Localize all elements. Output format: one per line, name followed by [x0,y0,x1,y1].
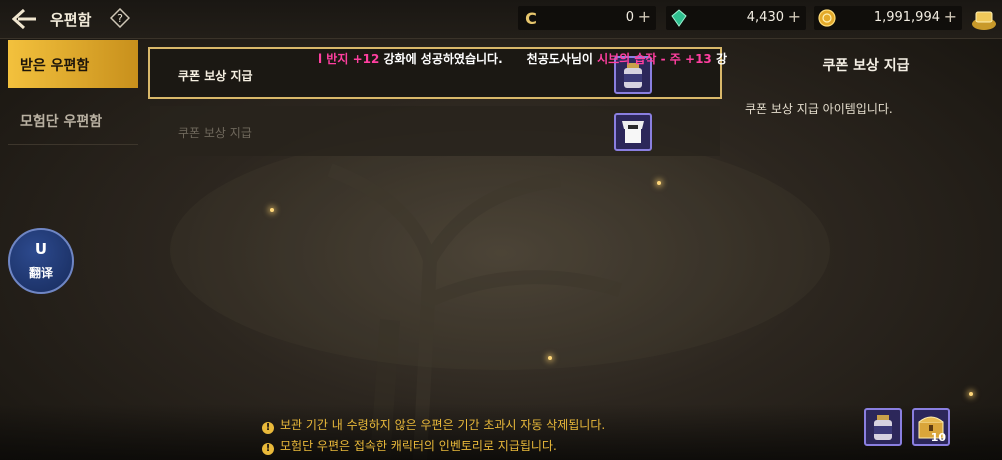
green-crystal-icon [671,9,687,27]
page-title: 우편함 [50,11,92,29]
add-currency-button[interactable]: + [944,8,957,26]
c-coin-icon: C [525,9,537,27]
firefly-spark [657,181,661,185]
guild-mail-notice: ! 모험단 우편은 접속한 캐릭터의 인벤토리로 지급됩니다. [262,437,557,455]
notice-text: 천공도사님이 [526,52,598,66]
system-notice-banner: l 반지 +12 강화에 성공하였습니다. 천공도사님이 시브의 습작 - 주 … [318,50,727,70]
translate-icon: U [34,240,48,258]
notice-text: l 반지 [318,52,353,66]
retention-notice: ! 보관 기간 내 수령하지 않은 우편은 기간 초과시 자동 삭제됩니다. [262,416,605,434]
top-bar: 우편함 ? C 0 + 4,430 + 1,991,994 + [0,0,1002,39]
svg-text:C: C [525,9,537,27]
detail-title: 쿠폰 보상 지급 [822,58,910,74]
firefly-spark [969,392,973,396]
translate-label: 翻译 [28,266,53,280]
tab-label: 모험단 우편함 [20,114,103,130]
mail-subject: 쿠폰 보상 지급 [178,126,252,140]
treasure-pile-icon[interactable] [970,6,998,32]
reward-item[interactable]: 10 [912,408,950,446]
currency-crystal: 4,430 + [666,6,806,30]
currency-value: 1,991,994 [873,10,940,25]
tab-received-mail[interactable]: 받은 우편함 [8,40,138,88]
currency-value: 0 [625,10,634,25]
notice-text: 시브의 습작 - 주 +13 [597,52,712,66]
add-currency-button[interactable]: + [638,8,651,26]
currency-value: 4,430 [746,10,784,25]
warning-icon: ! [262,422,274,434]
gold-coin-icon [818,9,836,27]
mail-subject: 쿠폰 보상 지급 [178,69,253,83]
notice-line: 보관 기간 내 수령하지 않은 우편은 기간 초과시 자동 삭제됩니다. [280,418,606,432]
reward-quantity: 10 [930,431,946,444]
back-arrow-icon[interactable] [12,8,38,30]
notice-text: 강 [711,52,727,66]
warning-icon: ! [262,443,274,455]
add-currency-button[interactable]: + [788,8,801,26]
translate-button[interactable]: U 翻译 [8,228,74,294]
firefly-spark [270,208,274,212]
notice-text: 강화에 성공하였습니다. [379,52,503,66]
armor-chest-icon [614,113,652,151]
notice-line: 모험단 우편은 접속한 캐릭터의 인벤토리로 지급됩니다. [280,439,557,453]
tab-guild-mail[interactable]: 모험단 우편함 [8,96,138,145]
detail-description: 쿠폰 보상 지급 아이템입니다. [745,102,893,116]
tab-label: 받은 우편함 [20,58,90,74]
potion-jar-icon [874,415,892,440]
reward-item[interactable] [864,408,902,446]
currency-c-coin: C 0 + [518,6,656,30]
currency-gold: 1,991,994 + [814,6,962,30]
svg-text:?: ? [117,12,123,25]
help-icon[interactable]: ? [110,8,130,28]
notice-text: +12 [352,52,380,66]
mail-row[interactable]: 쿠폰 보상 지급 [150,106,720,156]
firefly-spark [548,356,552,360]
